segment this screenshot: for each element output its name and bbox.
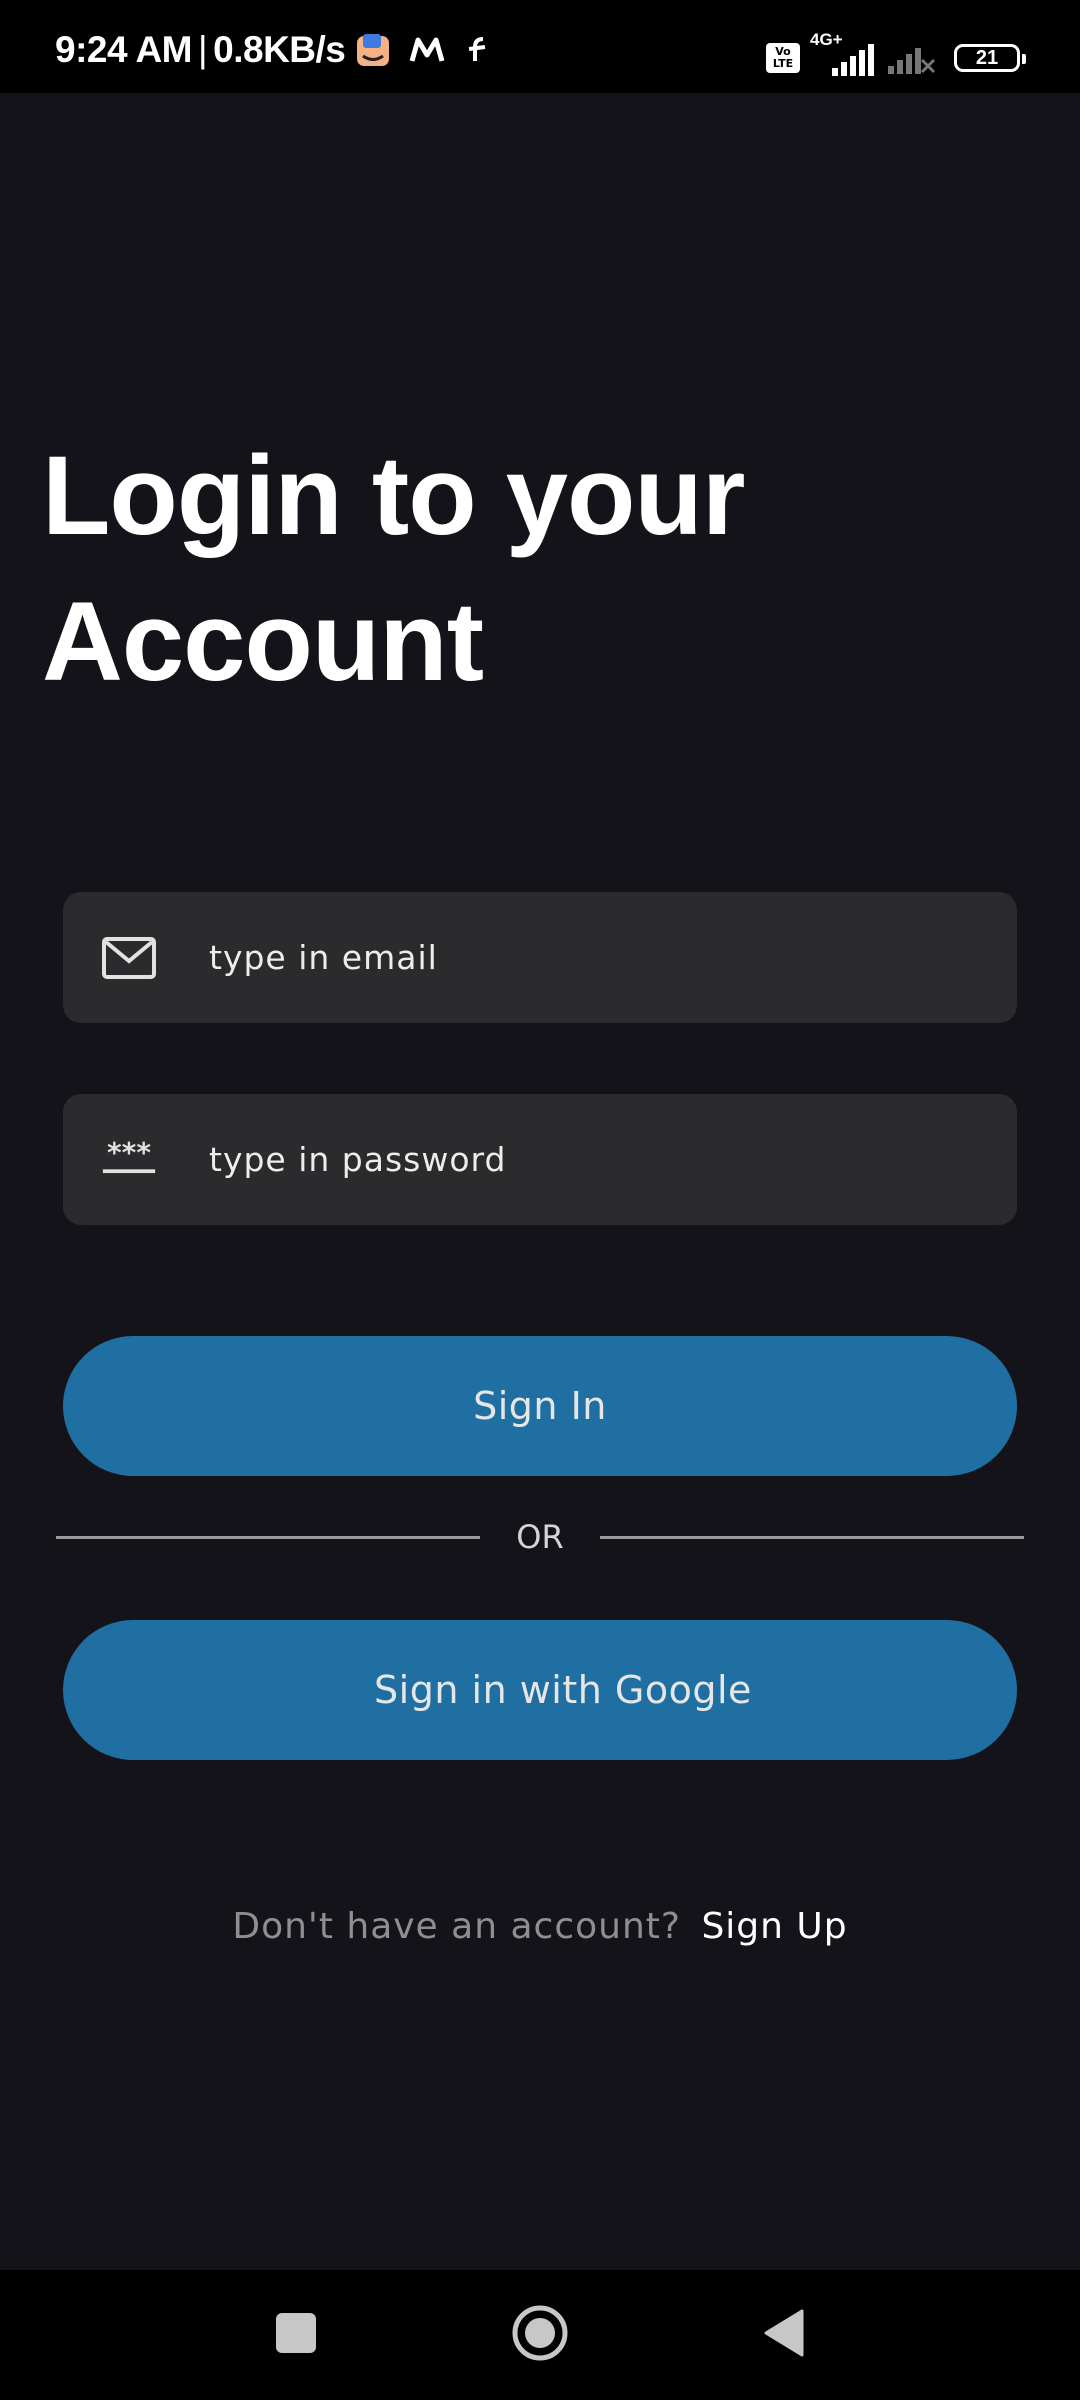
status-net-speed: 0.8KB/s bbox=[213, 29, 346, 70]
navigation-bar bbox=[0, 2270, 1080, 2400]
title-line-2: Account bbox=[42, 579, 484, 704]
or-divider: OR bbox=[56, 1512, 1024, 1562]
myntra-app-icon bbox=[409, 35, 445, 65]
email-field[interactable] bbox=[63, 892, 1017, 1023]
password-dots-icon: *** bbox=[101, 1135, 157, 1185]
title-line-1: Login to your bbox=[42, 433, 745, 558]
status-separator: | bbox=[198, 29, 208, 70]
status-left: 9:24 AM | 0.8KB/s bbox=[55, 29, 491, 70]
circle-icon bbox=[511, 2304, 569, 2367]
password-field[interactable]: *** bbox=[63, 1094, 1017, 1225]
square-icon bbox=[274, 2311, 318, 2360]
signal-no-service-icon bbox=[886, 36, 938, 81]
divider-label: OR bbox=[516, 1518, 564, 1556]
battery-icon: 21 bbox=[954, 44, 1026, 72]
battery-level: 21 bbox=[975, 46, 999, 69]
google-sign-in-label: Sign in with Google bbox=[374, 1668, 752, 1712]
triangle-back-icon bbox=[762, 2308, 806, 2363]
signal-4g-icon: 4G+ bbox=[810, 30, 876, 78]
status-bar: 9:24 AM | 0.8KB/s Vo LTE 4G+ 21 bbox=[0, 0, 1080, 93]
page-title: Login to your Account bbox=[42, 423, 942, 715]
password-input[interactable] bbox=[207, 1094, 987, 1225]
signup-row: Don't have an account? Sign Up bbox=[0, 1906, 1080, 1947]
sign-in-label: Sign In bbox=[473, 1384, 607, 1428]
status-time: 9:24 AM bbox=[55, 29, 193, 70]
envelope-icon bbox=[101, 933, 157, 983]
status-right: Vo LTE 4G+ 21 bbox=[766, 30, 1026, 81]
volte-icon: Vo LTE bbox=[766, 43, 800, 73]
divider-line-left bbox=[56, 1536, 480, 1539]
email-input[interactable] bbox=[207, 892, 987, 1023]
google-sign-in-button[interactable]: Sign in with Google bbox=[63, 1620, 1017, 1760]
flipkart-app-icon bbox=[465, 35, 491, 65]
login-screen: Login to your Account *** Sign In OR Sig… bbox=[0, 93, 1080, 2270]
divider-line-right bbox=[600, 1536, 1024, 1539]
recents-button[interactable] bbox=[236, 2270, 356, 2400]
sign-up-link[interactable]: Sign Up bbox=[701, 1906, 847, 1947]
svg-text:***: *** bbox=[107, 1140, 151, 1169]
sign-in-button[interactable]: Sign In bbox=[63, 1336, 1017, 1476]
shopping-app-icon bbox=[355, 32, 391, 68]
back-button[interactable] bbox=[724, 2270, 844, 2400]
signup-prompt: Don't have an account? bbox=[232, 1906, 681, 1947]
home-button[interactable] bbox=[480, 2270, 600, 2400]
